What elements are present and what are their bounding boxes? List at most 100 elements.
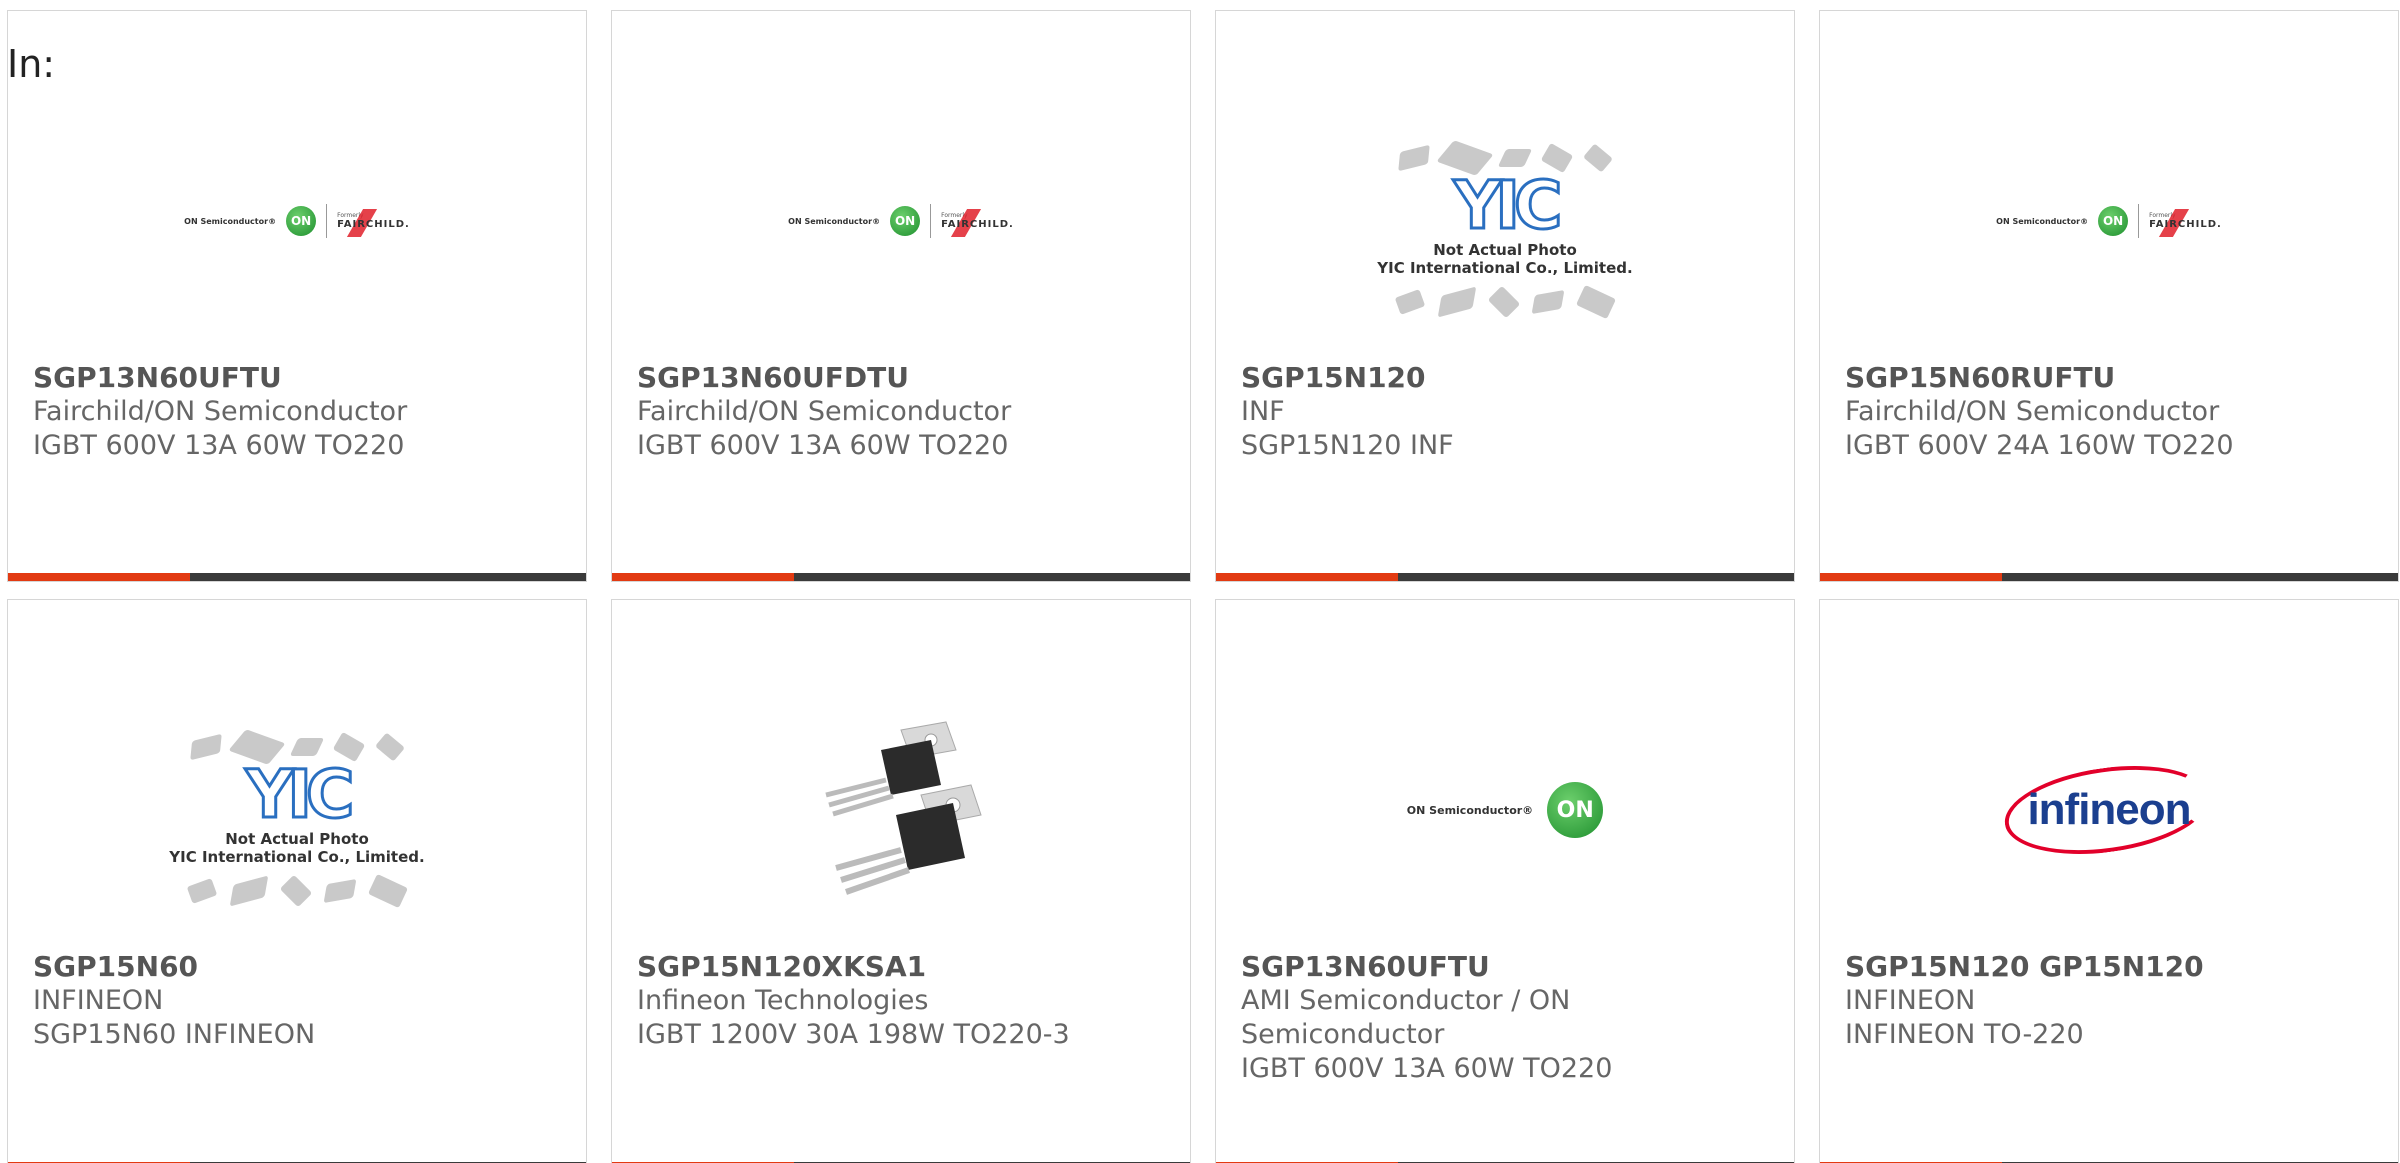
product-image: ON Semiconductor® ON Formerly FAIRCHILD.: [1820, 81, 2398, 361]
chip-icon: [367, 873, 409, 908]
to220-package-icon: [825, 721, 982, 895]
part-number[interactable]: SGP15N60: [33, 950, 563, 984]
infineon-wordmark: infineon: [2027, 785, 2191, 834]
logo-divider: [326, 204, 328, 238]
part-number[interactable]: SGP15N120 GP15N120: [1845, 950, 2375, 984]
part-number[interactable]: SGP13N60UFTU: [33, 361, 563, 395]
product-card[interactable]: infineon SGP15N120 GP15N120 INFINEON INF…: [1819, 599, 2399, 1163]
product-image: ON Semiconductor® ON Formerly FAIRCHILD.: [612, 81, 1190, 361]
description: IGBT 600V 13A 60W TO220: [637, 430, 1009, 461]
manufacturer: Fairchild/ON Semiconductor: [1845, 396, 2220, 427]
card-bar-accent: [1820, 573, 2002, 581]
card-bar: [1216, 573, 1794, 581]
not-actual-photo-text: Not Actual Photo: [1433, 240, 1577, 259]
on-fairchild-logo: ON Semiconductor® ON Formerly FAIRCHILD.: [788, 204, 1014, 238]
fairchild-word: FAIRCHILD.: [337, 219, 410, 230]
chip-icon: [1575, 284, 1617, 319]
on-logo-icon: ON: [1547, 782, 1604, 838]
fairchild-logo: Formerly FAIRCHILD.: [941, 209, 1014, 237]
logo-divider: [2138, 204, 2140, 238]
product-card[interactable]: ON Semiconductor® ON Formerly FAIRCHILD.…: [1819, 10, 2399, 582]
part-number[interactable]: SGP15N120: [1241, 361, 1771, 395]
logo-text-on-semi: ON Semiconductor®: [1996, 216, 2089, 226]
product-image: ON Semiconductor® ON: [1216, 670, 1794, 950]
product-card[interactable]: ON Semiconductor® ON Formerly FAIRCHILD.…: [7, 10, 587, 582]
chip-icon: [1487, 285, 1521, 318]
manufacturer: AMI Semiconductor / ON Semiconductor: [1241, 985, 1571, 1050]
product-image: infineon: [1820, 670, 2398, 950]
infineon-logo: infineon: [1999, 754, 2215, 866]
description: SGP15N120 INF: [1241, 430, 1454, 461]
on-logo-icon: ON: [286, 206, 317, 236]
not-actual-photo-text: Not Actual Photo: [225, 829, 369, 848]
description: IGBT 600V 13A 60W TO220: [1241, 1053, 1613, 1084]
description: IGBT 600V 24A 160W TO220: [1845, 430, 2234, 461]
chip-icon: [289, 737, 325, 756]
on-logo-icon: ON: [2098, 206, 2129, 236]
chip-icon: [375, 731, 405, 762]
chip-row-top: [190, 728, 405, 765]
chip-icon: [1394, 288, 1426, 315]
product-card[interactable]: SGP15N120XKSA1 Infineon Technologies IGB…: [611, 599, 1191, 1163]
in-label: In:: [7, 42, 56, 86]
logo-text-on-semi: ON Semiconductor®: [1406, 803, 1534, 817]
card-bar: [612, 573, 1190, 581]
product-image: YIC Not Actual Photo YIC International C…: [8, 685, 586, 950]
product-card[interactable]: YIC Not Actual Photo YIC International C…: [7, 599, 587, 1163]
description: IGBT 1200V 30A 198W TO220-3: [637, 1019, 1070, 1050]
on-fairchild-logo: ON Semiconductor® ON Formerly FAIRCHILD.: [1996, 204, 2222, 238]
chip-icon: [1531, 289, 1565, 314]
product-image: ON Semiconductor® ON Formerly FAIRCHILD.: [8, 81, 586, 361]
yic-logo: YIC: [1452, 166, 1564, 244]
fairchild-logo: Formerly FAIRCHILD.: [2149, 209, 2222, 237]
manufacturer: Infineon Technologies: [637, 985, 929, 1016]
chip-row-bottom: [1394, 284, 1617, 319]
manufacturer: INFINEON: [33, 985, 164, 1016]
logo-text-on-semi: ON Semiconductor®: [184, 216, 277, 226]
fairchild-word: FAIRCHILD.: [2149, 219, 2222, 230]
description: SGP15N60 INFINEON: [33, 1019, 316, 1050]
product-card[interactable]: ON Semiconductor® ON Formerly FAIRCHILD.…: [611, 10, 1191, 582]
fairchild-logo: Formerly FAIRCHILD.: [337, 209, 410, 237]
on-semiconductor-logo: ON Semiconductor® ON: [1406, 782, 1604, 838]
yic-not-actual-photo: YIC Not Actual Photo YIC International C…: [169, 728, 425, 908]
yic-logo: YIC: [244, 755, 356, 833]
part-number[interactable]: SGP13N60UFDTU: [637, 361, 1167, 395]
card-bar-accent: [8, 573, 190, 581]
product-card[interactable]: YIC Not Actual Photo YIC International C…: [1215, 10, 1795, 582]
description: IGBT 600V 13A 60W TO220: [33, 430, 405, 461]
manufacturer: Fairchild/ON Semiconductor: [33, 396, 408, 427]
yic-not-actual-photo: YIC Not Actual Photo YIC International C…: [1377, 139, 1633, 319]
description: INFINEON TO-220: [1845, 1019, 2084, 1050]
chip-icon: [279, 874, 313, 907]
product-image: YIC Not Actual Photo YIC International C…: [1216, 96, 1794, 361]
product-card[interactable]: ON Semiconductor® ON SGP13N60UFTU AMI Se…: [1215, 599, 1795, 1163]
chip-icon: [323, 878, 357, 903]
manufacturer: Fairchild/ON Semiconductor: [637, 396, 1012, 427]
fairchild-word: FAIRCHILD.: [941, 219, 1014, 230]
chip-row-bottom: [186, 873, 409, 908]
manufacturer: INF: [1241, 396, 1285, 427]
card-bar: [8, 573, 586, 581]
manufacturer: INFINEON: [1845, 985, 1976, 1016]
card-bar-accent: [612, 573, 794, 581]
chip-icon: [1497, 148, 1533, 167]
card-bar-accent: [1216, 573, 1398, 581]
card-bar: [1820, 573, 2398, 581]
part-number[interactable]: SGP15N60RUFTU: [1845, 361, 2375, 395]
chip-icon: [1583, 142, 1613, 173]
chip-icon: [186, 877, 218, 904]
part-number[interactable]: SGP13N60UFTU: [1241, 950, 1771, 984]
product-grid-page: In: ON Semiconductor® ON Formerly FAIRCH…: [0, 0, 2400, 1163]
part-number[interactable]: SGP15N120XKSA1: [637, 950, 1167, 984]
logo-text-on-semi: ON Semiconductor®: [788, 216, 881, 226]
chip-icon: [1437, 285, 1477, 318]
yic-company-text: YIC International Co., Limited.: [169, 847, 425, 866]
on-logo-icon: ON: [890, 206, 921, 236]
chip-icon: [229, 874, 269, 907]
logo-divider: [930, 204, 932, 238]
chip-icon: [190, 733, 222, 760]
logo-text-fairchild: FAIRCHILD.: [941, 209, 1014, 237]
on-fairchild-logo: ON Semiconductor® ON Formerly FAIRCHILD.: [184, 204, 410, 238]
chip-icon: [1398, 144, 1430, 171]
